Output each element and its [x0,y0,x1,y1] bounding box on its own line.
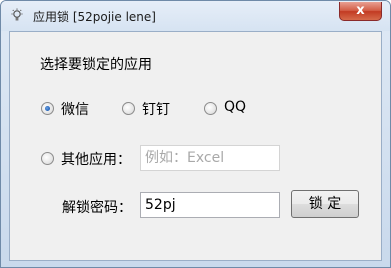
radio-other-label[interactable]: 其他应用： [61,149,131,169]
radio-other[interactable] [41,152,54,165]
prompt-label: 选择要锁定的应用 [40,57,152,73]
radio-wechat-label[interactable]: 微信 [61,99,89,119]
password-input[interactable]: 52pj [140,192,280,218]
password-value: 52pj [145,197,176,213]
radio-qq[interactable] [204,102,217,115]
lock-button[interactable]: 锁 定 [291,190,359,218]
other-app-input[interactable]: 例如：Excel [140,145,280,171]
password-label: 解锁密码： [62,200,132,216]
app-window: 应用锁 [52pojie lene] x 选择要锁定的应用 微信 钉钉 QQ 其… [0,0,391,268]
lock-button-label: 锁 定 [308,196,342,212]
close-button[interactable]: x [339,2,382,21]
radio-dingtalk-label[interactable]: 钉钉 [142,99,170,119]
radio-dingtalk[interactable] [122,102,135,115]
title-bar[interactable]: 应用锁 [52pojie lene] x [1,1,390,31]
bulb-icon [10,8,24,24]
other-app-placeholder: 例如：Excel [145,150,225,166]
window-title: 应用锁 [52pojie lene] [33,10,156,24]
radio-wechat[interactable] [41,102,54,115]
close-icon: x [356,3,365,18]
radio-qq-label[interactable]: QQ [224,99,246,115]
client-area: 选择要锁定的应用 微信 钉钉 QQ 其他应用： 例如：Excel 解锁密码： 5… [9,31,382,261]
